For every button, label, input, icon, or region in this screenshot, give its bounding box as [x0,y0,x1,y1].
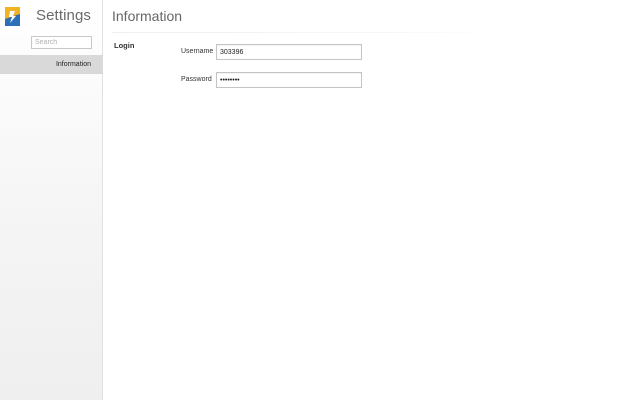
section-label-login: Login [114,41,135,50]
sidebar: Settings Information [0,0,103,400]
password-field[interactable] [216,72,362,88]
username-field[interactable] [216,44,362,60]
sidebar-title: Settings [36,7,91,24]
username-label: Username [181,48,214,55]
app-logo-icon [5,7,20,26]
title-divider [112,32,502,33]
settings-window: Settings Information Information Login U… [0,0,640,400]
search-input[interactable] [31,36,92,49]
sidebar-item-label: Information [55,61,91,68]
page-title: Information [112,8,183,24]
password-label: Password [181,76,212,83]
main-content: Information Login Username Password [104,0,640,400]
sidebar-item-information[interactable]: Information [0,55,103,74]
